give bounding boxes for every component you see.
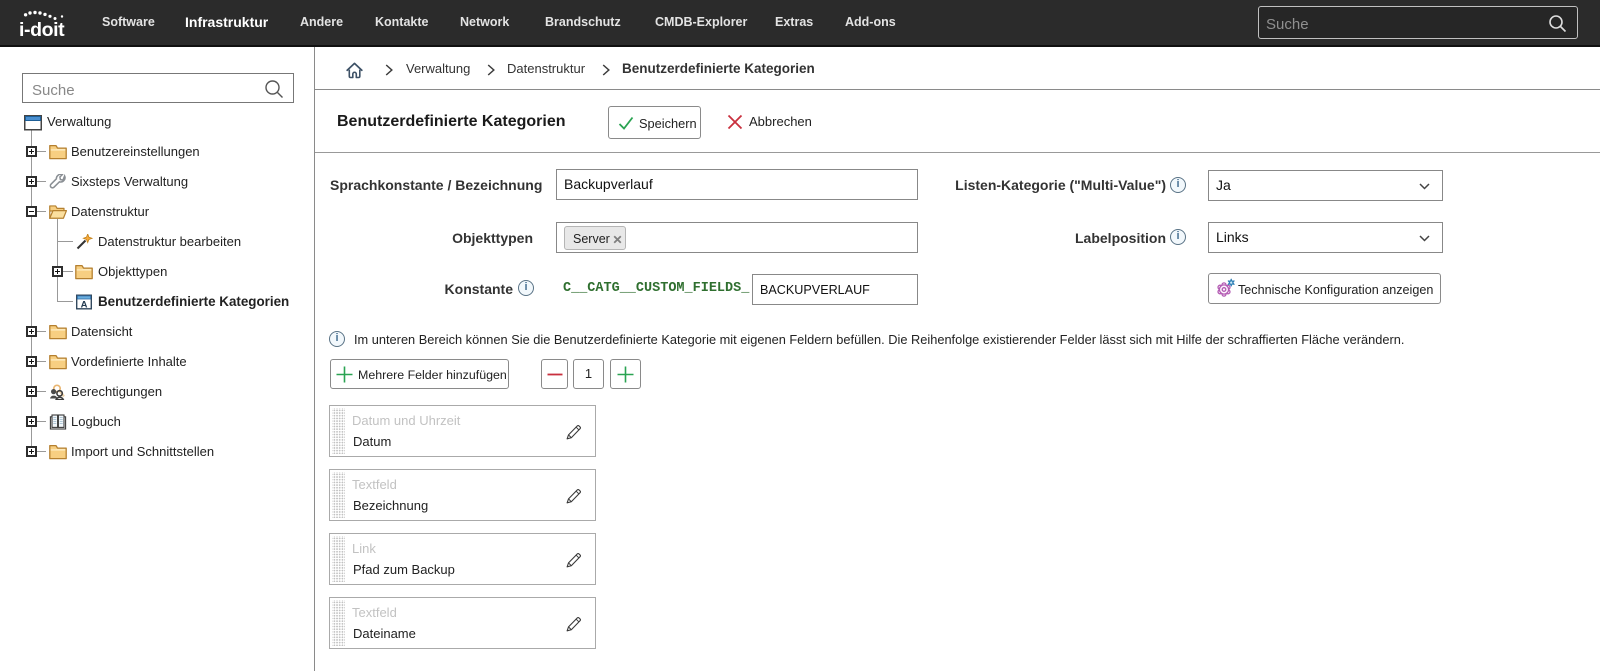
svg-text:A: A bbox=[81, 300, 88, 310]
svg-text:i-doit: i-doit bbox=[19, 19, 65, 41]
